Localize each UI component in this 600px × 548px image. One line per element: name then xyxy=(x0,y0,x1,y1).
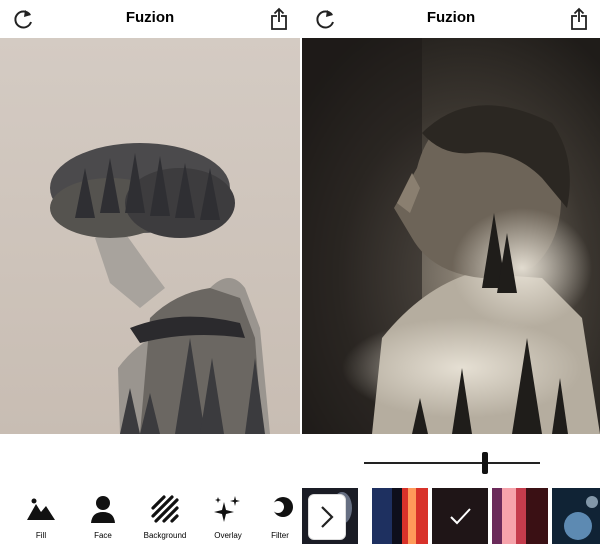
right-top-bar: Fuzion xyxy=(302,0,600,38)
stripes-icon xyxy=(151,495,179,523)
chevron-right-icon xyxy=(321,506,334,528)
slider-track xyxy=(364,462,540,464)
person-icon xyxy=(91,496,115,523)
left-screen: Fuzion Fill Face Background Overlay Filt… xyxy=(0,0,300,548)
double-exposure-photo-right xyxy=(302,38,600,434)
filter-thumbnail[interactable] xyxy=(492,488,548,544)
right-screen: Fuzion xyxy=(302,0,600,548)
filter-strip xyxy=(302,488,600,544)
tool-face-label: Face xyxy=(94,531,112,540)
checkmark-icon xyxy=(450,508,471,525)
tool-face[interactable]: Face xyxy=(73,494,133,548)
share-icon[interactable] xyxy=(566,6,592,32)
filter-thumbnail-selected[interactable] xyxy=(432,488,488,544)
sparkles-icon xyxy=(214,496,240,522)
filter-thumbnail[interactable] xyxy=(372,488,428,544)
double-exposure-photo-left xyxy=(0,38,300,434)
tool-background[interactable]: Background xyxy=(135,494,195,548)
tool-filter-label: Filter xyxy=(271,531,289,540)
left-top-bar: Fuzion xyxy=(0,0,300,38)
app-title: Fuzion xyxy=(426,9,476,26)
tool-background-label: Background xyxy=(143,531,187,540)
tool-fill[interactable]: Fill xyxy=(11,494,71,548)
tool-overlay-label: Overlay xyxy=(214,531,242,540)
filter-icon xyxy=(272,497,293,517)
blend-slider[interactable] xyxy=(364,448,540,478)
slider-thumb[interactable] xyxy=(482,452,489,474)
filter-thumbnail[interactable] xyxy=(552,488,600,544)
tool-filter[interactable]: Filter xyxy=(258,494,300,548)
tool-overlay[interactable]: Overlay xyxy=(198,494,258,548)
tool-fill-label: Fill xyxy=(35,531,47,540)
next-filters-button[interactable] xyxy=(308,494,346,540)
app-title: Fuzion xyxy=(125,9,175,26)
mountains-icon xyxy=(27,498,55,520)
share-icon[interactable] xyxy=(266,6,292,32)
tool-bar: Fill Face Background Overlay Filter xyxy=(0,494,300,548)
